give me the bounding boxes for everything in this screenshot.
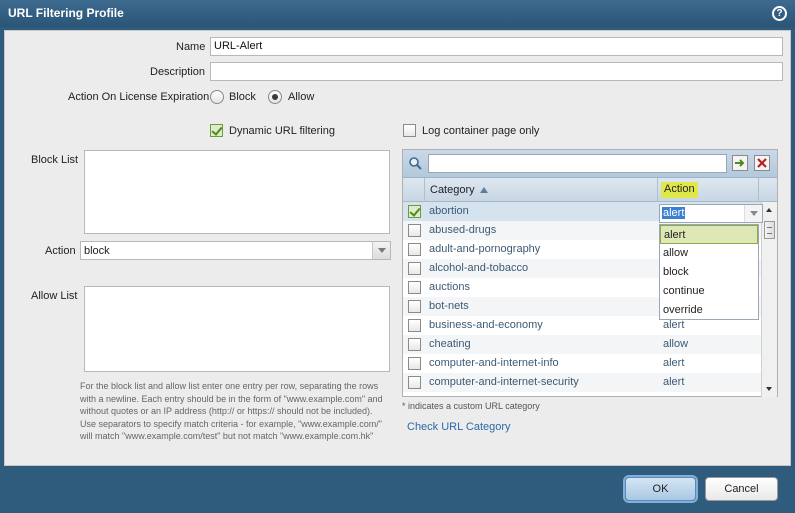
ok-button[interactable]: OK bbox=[625, 477, 696, 501]
block-list-textarea[interactable] bbox=[84, 150, 390, 234]
row-action: alert bbox=[663, 376, 685, 388]
dropdown-option-block[interactable]: block bbox=[660, 263, 758, 282]
chevron-down-icon[interactable] bbox=[744, 205, 762, 222]
row-action: allow bbox=[663, 338, 689, 350]
row-category: adult-and-pornography bbox=[429, 243, 541, 255]
action-label: Action bbox=[45, 245, 76, 257]
scroll-thumb[interactable] bbox=[764, 221, 775, 239]
row-checkbox[interactable] bbox=[408, 338, 421, 351]
sort-ascending-icon bbox=[480, 187, 488, 193]
row-checkbox[interactable] bbox=[408, 262, 421, 275]
category-column-header[interactable]: Category bbox=[425, 178, 658, 202]
row-checkbox[interactable] bbox=[408, 357, 421, 370]
log-container-checkbox[interactable] bbox=[403, 124, 416, 137]
dropdown-option-override[interactable]: override bbox=[660, 301, 758, 320]
action-column-header[interactable]: Action bbox=[659, 178, 759, 202]
row-checkbox[interactable] bbox=[408, 281, 421, 294]
custom-category-footnote: * indicates a custom URL category bbox=[402, 401, 540, 411]
dynamic-url-filtering-label: Dynamic URL filtering bbox=[229, 125, 335, 137]
action-header-label: Action bbox=[661, 182, 698, 198]
apply-filter-button[interactable] bbox=[732, 155, 748, 171]
category-search-input[interactable] bbox=[428, 154, 727, 173]
cancel-button[interactable]: Cancel bbox=[705, 477, 778, 501]
allow-list-label: Allow List bbox=[31, 290, 78, 302]
row-checkbox[interactable] bbox=[408, 205, 421, 218]
scroll-up-icon[interactable] bbox=[766, 208, 772, 212]
help-icon[interactable]: ? bbox=[772, 6, 787, 21]
category-grid-header: Category Action bbox=[403, 178, 777, 202]
table-row[interactable]: computer-and-internet-security alert bbox=[403, 373, 761, 392]
row-category: auctions bbox=[429, 281, 470, 293]
category-header-label: Category bbox=[430, 184, 475, 196]
table-row[interactable]: computer-and-internet-info alert bbox=[403, 354, 761, 373]
block-list-label: Block List bbox=[31, 154, 79, 166]
list-help-text: For the block list and allow list enter … bbox=[80, 381, 383, 441]
row-checkbox[interactable] bbox=[408, 300, 421, 313]
category-grid-scrollbar[interactable] bbox=[761, 202, 777, 397]
log-container-label: Log container page only bbox=[422, 125, 540, 137]
row-category: computer-and-internet-security bbox=[429, 376, 579, 388]
name-input[interactable]: URL-Alert bbox=[210, 37, 783, 56]
row-checkbox[interactable] bbox=[408, 224, 421, 237]
row-category: bot-nets bbox=[429, 300, 469, 312]
radio-allow-label: Allow bbox=[288, 91, 315, 103]
select-column-header bbox=[403, 178, 425, 202]
row-checkbox[interactable] bbox=[408, 319, 421, 332]
radio-block[interactable] bbox=[210, 90, 224, 104]
dropdown-option-allow[interactable]: allow bbox=[660, 244, 758, 263]
action-select[interactable]: block bbox=[80, 241, 391, 260]
dropdown-option-continue[interactable]: continue bbox=[660, 282, 758, 301]
scroll-down-icon[interactable] bbox=[766, 387, 772, 391]
action-cell-editor-value[interactable]: alert bbox=[662, 207, 686, 219]
clear-filter-button[interactable] bbox=[754, 155, 770, 171]
dialog-title: URL Filtering Profile bbox=[8, 6, 124, 20]
chevron-down-icon[interactable] bbox=[372, 242, 390, 259]
dropdown-option-alert[interactable]: alert bbox=[660, 225, 758, 244]
row-category: alcohol-and-tobacco bbox=[429, 262, 529, 274]
license-expiration-label: Action On License Expiration bbox=[68, 91, 210, 103]
row-category: business-and-economy bbox=[429, 319, 543, 331]
search-icon bbox=[409, 157, 422, 170]
description-input[interactable] bbox=[210, 62, 783, 81]
row-action: alert bbox=[663, 319, 685, 331]
description-label: Description bbox=[150, 66, 206, 78]
dynamic-url-filtering-checkbox[interactable] bbox=[210, 124, 223, 137]
radio-allow[interactable] bbox=[268, 90, 282, 104]
row-category: abortion bbox=[429, 205, 469, 217]
dialog-titlebar: URL Filtering Profile ? bbox=[0, 0, 795, 27]
row-category: cheating bbox=[429, 338, 471, 350]
allow-list-textarea[interactable] bbox=[84, 286, 390, 372]
name-label: Name bbox=[176, 41, 206, 53]
row-category: computer-and-internet-info bbox=[429, 357, 559, 369]
close-icon bbox=[757, 158, 767, 168]
row-action: alert bbox=[663, 357, 685, 369]
category-search-bar bbox=[403, 150, 777, 178]
action-dropdown-list: alert allow block continue override bbox=[659, 224, 759, 320]
row-category: abused-drugs bbox=[429, 224, 497, 236]
action-cell-editor[interactable]: alert bbox=[659, 204, 763, 223]
row-checkbox[interactable] bbox=[408, 243, 421, 256]
table-row[interactable]: cheating allow bbox=[403, 335, 761, 354]
row-checkbox[interactable] bbox=[408, 376, 421, 389]
dialog-content: Name URL-Alert Description Action On Lic… bbox=[4, 30, 791, 466]
check-url-category-link[interactable]: Check URL Category bbox=[407, 421, 511, 433]
action-select-value: block bbox=[84, 245, 110, 257]
arrow-right-icon bbox=[735, 159, 745, 167]
radio-block-label: Block bbox=[229, 91, 256, 103]
